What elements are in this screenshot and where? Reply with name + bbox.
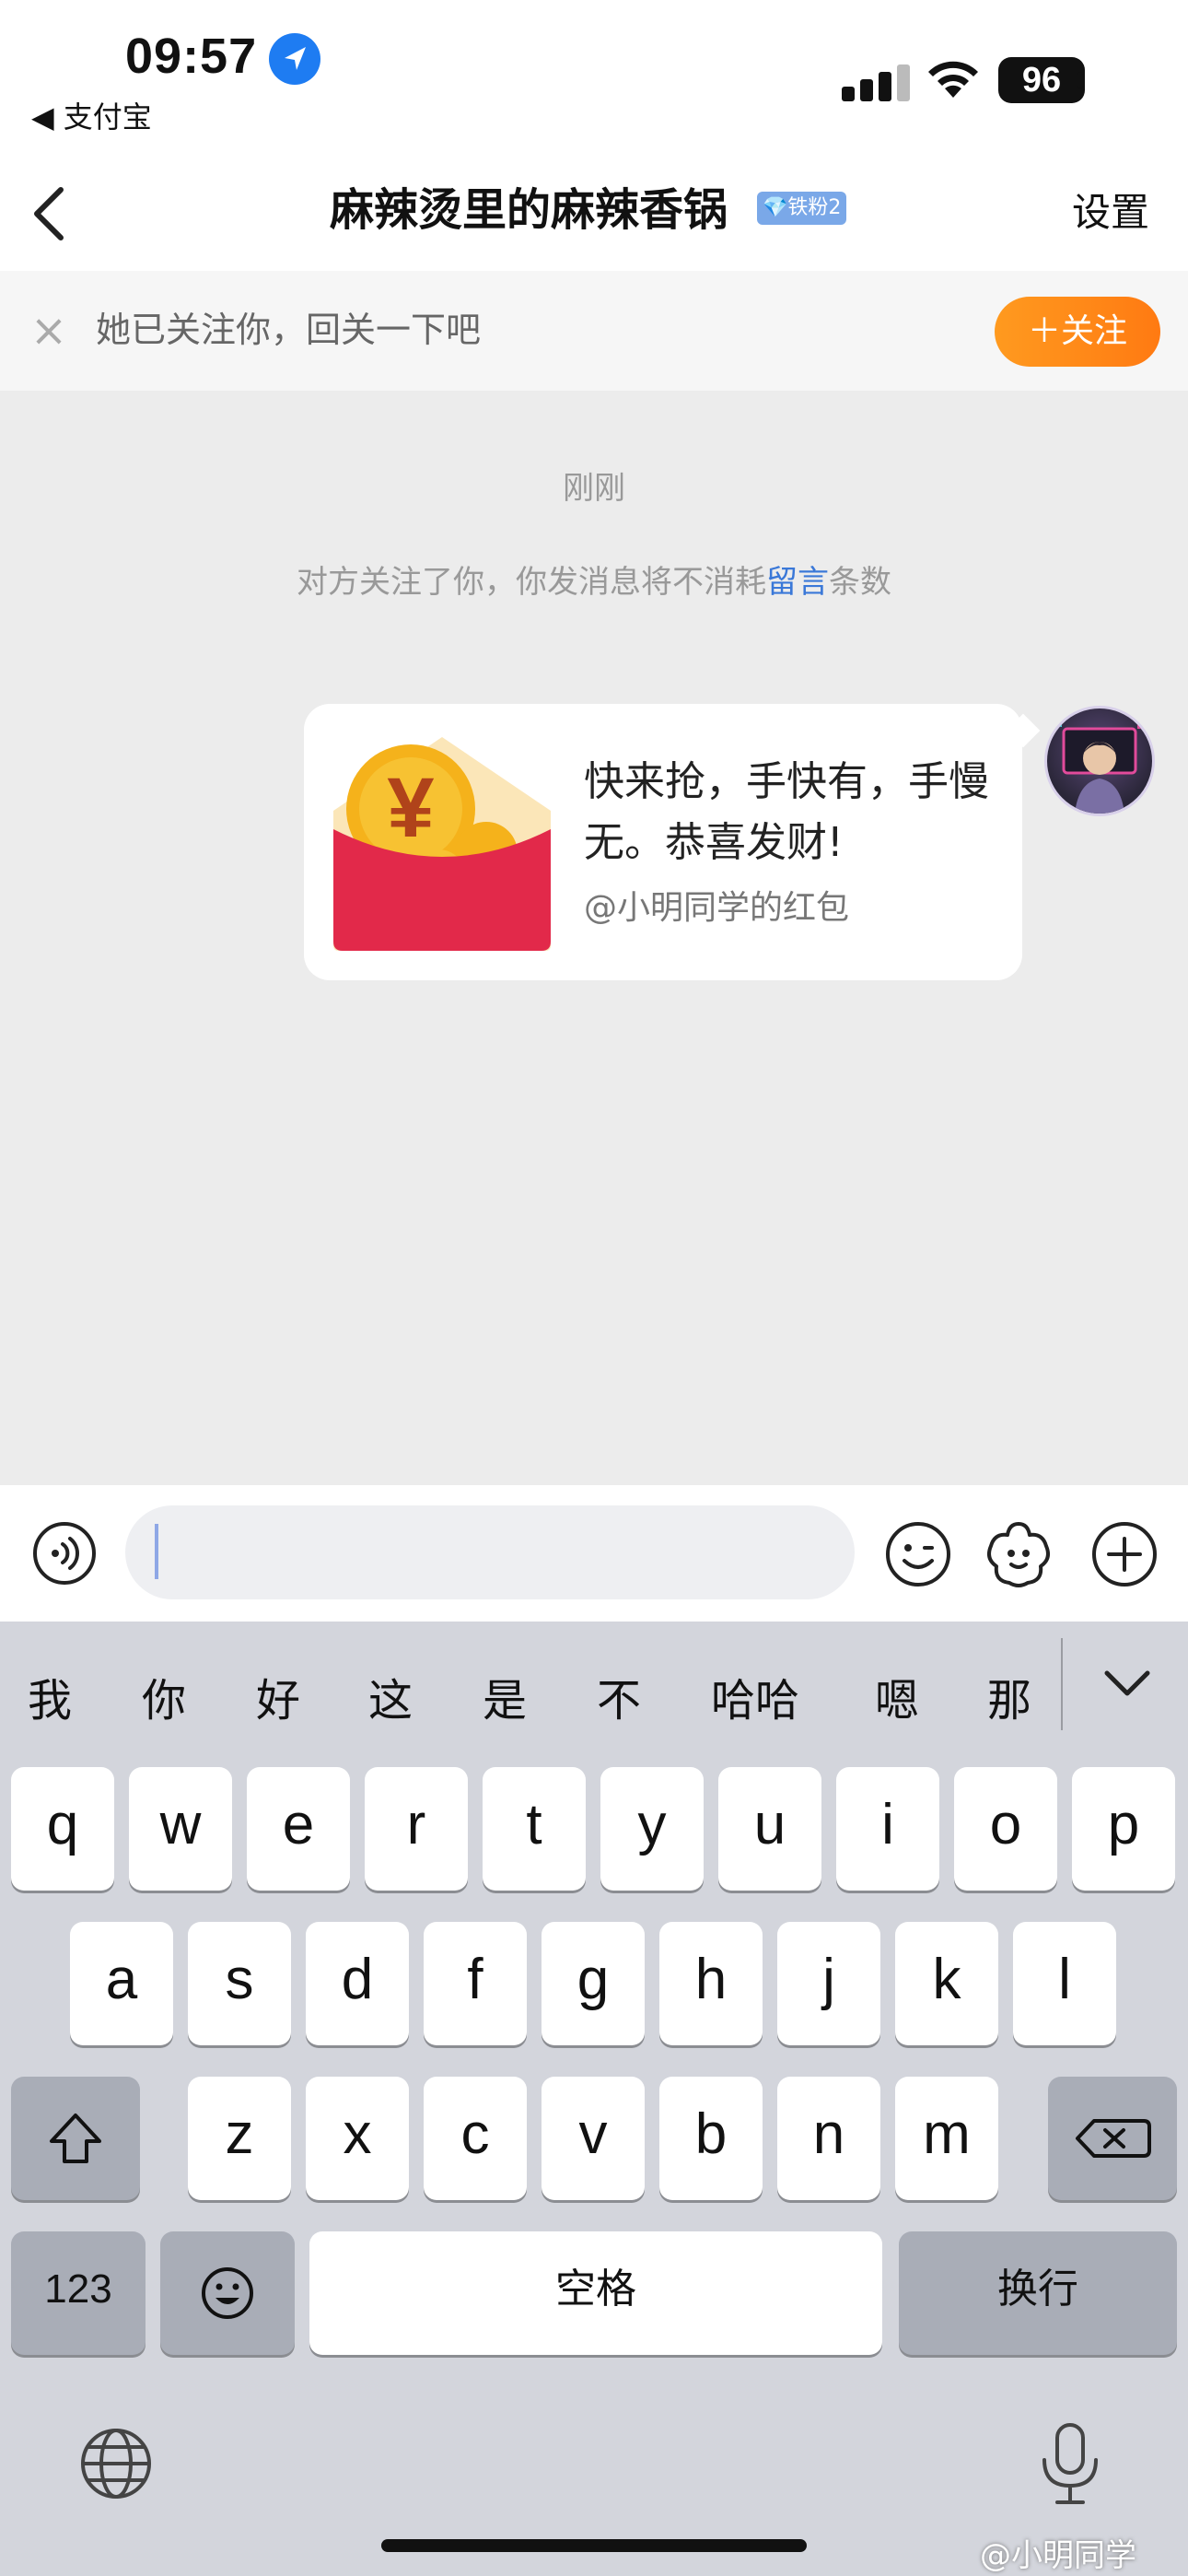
key-m[interactable]: m bbox=[895, 2077, 998, 2200]
battery-indicator: 96 bbox=[998, 57, 1085, 103]
backspace-key[interactable] bbox=[1048, 2077, 1177, 2200]
text-caret bbox=[155, 1524, 158, 1579]
candidate-word[interactable]: 你 bbox=[142, 1664, 186, 1728]
plus-icon[interactable] bbox=[1090, 1520, 1159, 1588]
key-d[interactable]: d bbox=[306, 1922, 409, 2045]
key-x[interactable]: x bbox=[306, 2077, 409, 2200]
message-timestamp: 刚刚 bbox=[563, 470, 625, 507]
message-input[interactable] bbox=[125, 1505, 855, 1599]
key-p[interactable]: p bbox=[1072, 1767, 1175, 1891]
key-z[interactable]: z bbox=[188, 2077, 291, 2200]
cellular-signal-icon bbox=[842, 64, 910, 101]
globe-icon[interactable] bbox=[79, 2427, 153, 2500]
candidate-divider bbox=[1061, 1638, 1063, 1730]
voice-input-icon[interactable] bbox=[31, 1520, 98, 1587]
close-icon[interactable]: × bbox=[28, 309, 70, 353]
message-quota-link[interactable]: 留言 bbox=[766, 564, 829, 601]
key-i[interactable]: i bbox=[836, 1767, 939, 1891]
emoji-icon bbox=[202, 2267, 253, 2319]
svg-text:¥: ¥ bbox=[387, 761, 434, 855]
candidate-word[interactable]: 这 bbox=[368, 1664, 413, 1728]
key-l[interactable]: l bbox=[1013, 1922, 1116, 2045]
back-chevron-icon[interactable] bbox=[24, 181, 79, 247]
return-key[interactable]: 换行 bbox=[899, 2231, 1177, 2355]
candidate-word[interactable]: 是 bbox=[483, 1664, 527, 1728]
sticker-icon[interactable] bbox=[984, 1518, 1054, 1588]
settings-button[interactable]: 设置 bbox=[1072, 186, 1149, 240]
red-packet-icon: ¥ bbox=[333, 737, 551, 951]
key-a[interactable]: a bbox=[70, 1922, 173, 2045]
back-to-alipay-link[interactable]: ◀ 支付宝 bbox=[31, 94, 152, 136]
key-u[interactable]: u bbox=[718, 1767, 821, 1891]
fan-level-badge: 💎铁粉2 bbox=[757, 192, 847, 225]
watermark: @小明同学 bbox=[980, 2537, 1136, 2574]
candidate-word[interactable]: 哈哈 bbox=[711, 1664, 799, 1728]
key-w[interactable]: w bbox=[129, 1767, 232, 1891]
status-time: 09:57 bbox=[125, 29, 258, 84]
key-f[interactable]: f bbox=[424, 1922, 527, 2045]
candidate-word[interactable]: 不 bbox=[597, 1664, 641, 1728]
candidate-word[interactable]: 那 bbox=[987, 1664, 1031, 1728]
emoji-key[interactable] bbox=[160, 2231, 295, 2355]
follow-button[interactable]: ＋关注 bbox=[995, 297, 1160, 367]
key-e[interactable]: e bbox=[247, 1767, 350, 1891]
key-o[interactable]: o bbox=[954, 1767, 1057, 1891]
key-v[interactable]: v bbox=[542, 2077, 645, 2200]
red-packet-greeting: 快来抢，手快有，手慢无。恭喜发财! bbox=[584, 758, 989, 866]
key-b[interactable]: b bbox=[659, 2077, 763, 2200]
key-g[interactable]: g bbox=[542, 1922, 645, 2045]
follow-back-prompt: 她已关注你，回关一下吧 bbox=[96, 310, 482, 350]
shift-key[interactable] bbox=[11, 2077, 140, 2200]
chevron-down-icon[interactable] bbox=[1100, 1664, 1155, 1704]
microphone-icon[interactable] bbox=[1037, 2421, 1103, 2506]
key-h[interactable]: h bbox=[659, 1922, 763, 2045]
system-message: 对方关注了你，你发消息将不消耗留言条数 bbox=[0, 556, 1188, 602]
emoji-icon[interactable] bbox=[884, 1520, 952, 1588]
numbers-key[interactable]: 123 bbox=[11, 2231, 146, 2355]
key-j[interactable]: j bbox=[777, 1922, 880, 2045]
wifi-icon bbox=[928, 61, 978, 98]
avatar[interactable] bbox=[1044, 706, 1155, 816]
red-packet-sender: @小明同学的红包 bbox=[584, 889, 850, 927]
key-y[interactable]: y bbox=[600, 1767, 704, 1891]
key-n[interactable]: n bbox=[777, 2077, 880, 2200]
backspace-icon bbox=[1076, 2119, 1151, 2158]
location-arrow-icon bbox=[269, 33, 320, 85]
candidate-word[interactable]: 我 bbox=[28, 1664, 72, 1728]
system-message-text: 对方关注了你，你发消息将不消耗 bbox=[297, 564, 766, 601]
space-key[interactable]: 空格 bbox=[309, 2231, 882, 2355]
key-s[interactable]: s bbox=[188, 1922, 291, 2045]
candidate-word[interactable]: 嗯 bbox=[875, 1664, 919, 1728]
chat-title: 麻辣烫里的麻辣香锅 bbox=[330, 184, 728, 236]
candidate-word[interactable]: 好 bbox=[256, 1664, 300, 1728]
system-message-text-end: 条数 bbox=[829, 564, 891, 601]
battery-cap bbox=[1077, 72, 1083, 88]
shift-arrow-icon bbox=[50, 2113, 101, 2163]
key-c[interactable]: c bbox=[424, 2077, 527, 2200]
key-q[interactable]: q bbox=[11, 1767, 114, 1891]
key-r[interactable]: r bbox=[365, 1767, 468, 1891]
home-indicator bbox=[381, 2539, 807, 2552]
key-t[interactable]: t bbox=[483, 1767, 586, 1891]
key-k[interactable]: k bbox=[895, 1922, 998, 2045]
